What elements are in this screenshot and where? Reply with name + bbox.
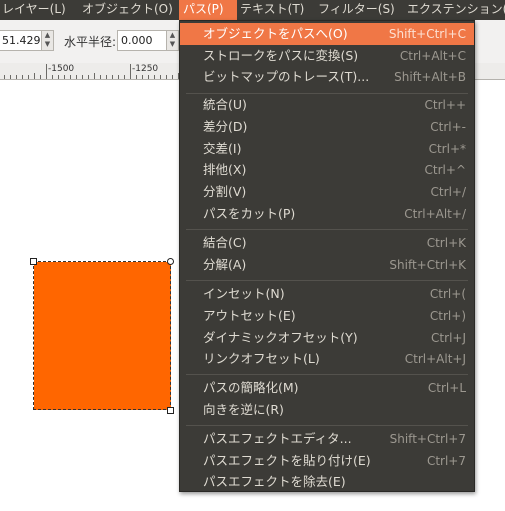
menu-item-label: オブジェクトをパスへ(O) [203,26,348,41]
orange-rectangle[interactable] [34,262,171,410]
menu-separator [186,425,468,426]
menu-item-path-effect-editor[interactable]: パスエフェクトエディタ... Shift+Ctrl+7 [180,428,474,450]
menu-item-shortcut: Ctrl+Alt+C [399,49,466,63]
menu-item-shortcut: Ctrl+( [429,287,466,301]
horizontal-radius-label: 水平半径: [64,35,117,49]
menu-item-label: アウトセット(E) [203,308,296,323]
spin-down-icon[interactable]: ▼ [167,40,178,49]
menu-item-label: リンクオフセット(L) [203,351,320,366]
path-menu-dropdown: オブジェクトをパスへ(O) Shift+Ctrl+C ストロークをパスに変換(S… [179,20,475,492]
menu-item-cut-path[interactable]: パスをカット(P) Ctrl+Alt+/ [180,203,474,225]
menu-item-reverse[interactable]: 向きを逆に(R) [180,399,474,421]
menu-item-label: パスエフェクトを除去(E) [203,474,346,489]
menu-item-dynamic-offset[interactable]: ダイナミックオフセット(Y) Ctrl+J [180,327,474,349]
menu-separator [186,374,468,375]
menu-path[interactable]: パス(P) [179,0,237,20]
menu-item-label: パスエフェクトエディタ... [203,431,352,446]
menu-item-object-to-path[interactable]: オブジェクトをパスへ(O) Shift+Ctrl+C [180,23,474,45]
menu-item-label: パスの簡略化(M) [203,380,299,395]
menu-separator [186,280,468,281]
menu-item-shortcut: Ctrl+J [431,331,466,345]
menu-item-shortcut: Ctrl+* [428,142,466,156]
menu-item-shortcut: Ctrl+^ [424,163,466,177]
menu-item-shortcut: Shift+Ctrl+K [389,258,466,272]
menu-item-linked-offset[interactable]: リンクオフセット(L) Ctrl+Alt+J [180,348,474,370]
menu-item-shortcut: Ctrl+/ [430,185,466,199]
menu-item-label: ダイナミックオフセット(Y) [203,330,358,345]
x-coordinate-field[interactable]: 51.429 [0,30,42,51]
menu-item-label: インセット(N) [203,286,285,301]
menu-item-label: 向きを逆に(R) [203,402,284,417]
resize-handle-bottom-right[interactable] [167,407,174,414]
menu-item-shortcut: Ctrl++ [424,98,466,112]
menu-item-label: パスをカット(P) [203,206,296,221]
menu-item-shortcut: Ctrl+Alt+/ [404,207,466,221]
rounded-corner-handle[interactable] [167,258,174,265]
menubar: レイヤー(L) オブジェクト(O) パス(P) テキスト(T) フィルター(S)… [0,0,505,20]
horizontal-radius-spinner[interactable]: ▲ ▼ [167,30,179,51]
menu-item-label: 分割(V) [203,184,247,199]
menu-item-simplify[interactable]: パスの簡略化(M) Ctrl+L [180,377,474,399]
menu-item-shortcut: Ctrl+L [427,381,466,395]
menu-item-outset[interactable]: アウトセット(E) Ctrl+) [180,305,474,327]
menu-extensions[interactable]: エクステンション(N) [403,0,505,20]
menu-item-paste-path-effect[interactable]: パスエフェクトを貼り付け(E) Ctrl+7 [180,450,474,472]
menu-item-label: 統合(U) [203,97,247,112]
menu-item-remove-path-effect[interactable]: パスエフェクトを除去(E) [180,471,474,493]
menu-item-label: ストロークをパスに変換(S) [203,48,359,63]
resize-handle-top-left[interactable] [30,258,37,265]
menu-item-trace-bitmap[interactable]: ビットマップのトレース(T)... Shift+Alt+B [180,66,474,88]
menu-item-break-apart[interactable]: 分解(A) Shift+Ctrl+K [180,254,474,276]
menu-item-label: 排他(X) [203,162,247,177]
menu-separator [186,229,468,230]
menu-item-shortcut: Ctrl+) [429,309,466,323]
spin-down-icon[interactable]: ▼ [42,40,53,49]
spin-up-icon[interactable]: ▲ [167,31,178,40]
menu-item-label: ビットマップのトレース(T)... [203,69,370,84]
menu-item-label: 結合(C) [203,235,247,250]
menu-item-union[interactable]: 統合(U) Ctrl++ [180,94,474,116]
menu-layer[interactable]: レイヤー(L) [0,0,70,20]
menu-item-intersection[interactable]: 交差(I) Ctrl+* [180,138,474,160]
menu-text[interactable]: テキスト(T) [236,0,308,20]
menu-item-shortcut: Ctrl+7 [426,454,466,468]
menu-item-shortcut: Ctrl+- [430,120,466,134]
menu-item-shortcut: Shift+Ctrl+7 [389,432,466,446]
menu-filters[interactable]: フィルター(S) [314,0,399,20]
menu-item-shortcut: Shift+Ctrl+C [388,27,466,41]
ruler-label: -1500 [48,64,75,74]
menu-item-label: 分解(A) [203,257,247,272]
menu-item-stroke-to-path[interactable]: ストロークをパスに変換(S) Ctrl+Alt+C [180,45,474,67]
menu-item-shortcut: Ctrl+Alt+J [404,352,466,366]
menu-item-combine[interactable]: 結合(C) Ctrl+K [180,232,474,254]
menu-object[interactable]: オブジェクト(O) [78,0,177,20]
menu-item-inset[interactable]: インセット(N) Ctrl+( [180,283,474,305]
menu-item-label: 交差(I) [203,141,242,156]
menu-item-label: 差分(D) [203,119,248,134]
ruler-label: -1250 [132,64,159,74]
spin-up-icon[interactable]: ▲ [42,31,53,40]
menu-item-division[interactable]: 分割(V) Ctrl+/ [180,181,474,203]
menu-item-label: パスエフェクトを貼り付け(E) [203,453,371,468]
menu-item-shortcut: Ctrl+K [426,236,466,250]
menu-item-shortcut: Shift+Alt+B [394,70,466,84]
x-coordinate-spinner[interactable]: ▲ ▼ [42,30,54,51]
horizontal-radius-field[interactable]: 0.000 [117,30,167,51]
menu-item-difference[interactable]: 差分(D) Ctrl+- [180,116,474,138]
menu-item-exclusion[interactable]: 排他(X) Ctrl+^ [180,159,474,181]
